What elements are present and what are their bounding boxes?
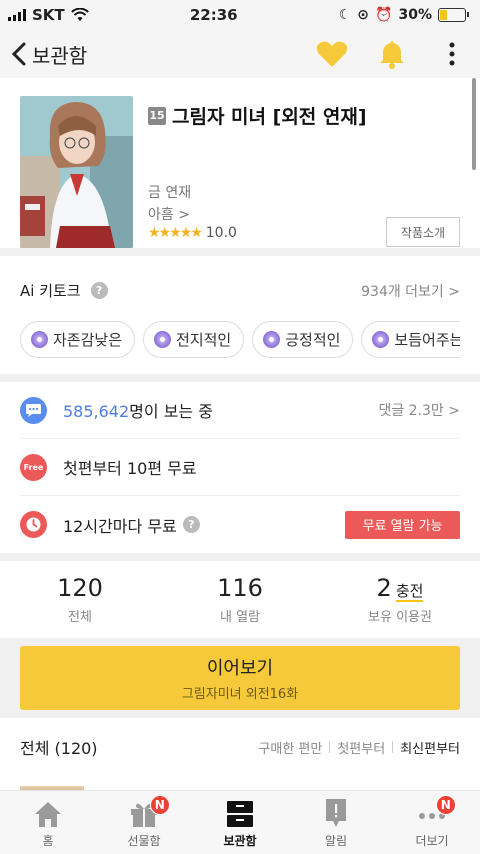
work-detail: 15 그림자 미녀 [외전 연재] 금 연재 아흠 > ★★★★★ 10.0 작… xyxy=(0,78,480,248)
age-rating-badge: 15 xyxy=(148,106,166,125)
keytalk-chip[interactable]: 자존감낮은 xyxy=(20,321,136,358)
moon-icon: ☾ xyxy=(338,7,352,23)
notification-button[interactable] xyxy=(374,36,410,72)
sort-first[interactable]: 첫편부터 xyxy=(337,738,385,757)
favorite-button[interactable] xyxy=(314,36,350,72)
work-intro-button[interactable]: 작품소개 xyxy=(386,217,460,247)
home-icon xyxy=(35,802,61,827)
alarm-icon: ⏰ xyxy=(375,7,393,23)
continue-episode: 그림자미녀 외전16화 xyxy=(181,687,299,702)
help-icon[interactable]: ? xyxy=(182,516,200,533)
tab-more[interactable]: 더보기 N xyxy=(384,791,480,854)
tab-gifts[interactable]: 선물함 N xyxy=(96,791,192,854)
continue-section: 이어보기 그림자미녀 외전16화 xyxy=(0,638,480,718)
wait-free-row: 12시간마다 무료 ? 무료 열람 가능 xyxy=(20,496,460,553)
keytalk-chip[interactable]: 전지적인 xyxy=(143,321,245,358)
count-tickets: 2 충전 보유 이용권 xyxy=(368,574,432,625)
viewers-row: 585,642명이 보는 중 댓글 2.3만 > xyxy=(20,382,460,439)
heart-icon xyxy=(316,41,348,67)
new-badge: N xyxy=(435,795,456,815)
sort-purchased[interactable]: 구매한 편만 xyxy=(258,738,322,757)
author-link[interactable]: 아흠 > xyxy=(148,204,190,224)
sort-latest[interactable]: 최신편부터 xyxy=(400,738,460,757)
keytalk-chip[interactable]: 긍정적인 xyxy=(252,321,354,358)
wifi-icon xyxy=(70,8,89,21)
work-title: 그림자 미녀 [외전 연재] xyxy=(172,106,367,128)
free-icon: Free xyxy=(20,453,47,481)
viewer-count: 585,642 xyxy=(63,402,130,421)
bottom-tab-bar: 홈 선물함 N 보관함 알림 더보기 N xyxy=(0,790,480,854)
clock-icon xyxy=(20,511,47,538)
top-nav: 보관함 xyxy=(0,30,480,78)
help-icon[interactable]: ? xyxy=(90,282,108,299)
free-read-button[interactable]: 무료 열람 가능 xyxy=(345,510,460,539)
signal-icon xyxy=(8,9,26,21)
section-divider xyxy=(0,374,480,382)
schedule-label: 금 연재 xyxy=(148,185,192,201)
keytalk-title: Ai 키토크 xyxy=(20,282,81,300)
star-rating-icon: ★★★★★ xyxy=(148,225,203,241)
tab-home[interactable]: 홈 xyxy=(0,791,96,854)
cover-image[interactable] xyxy=(20,96,133,248)
divider xyxy=(392,741,394,753)
ai-keytalk-section: Ai 키토크 ? 934개 더보기 > 자존감낮은 전지적인 긍정적인 보듬어주… xyxy=(0,256,480,374)
continue-reading-button[interactable]: 이어보기 그림자미녀 외전16화 xyxy=(20,646,460,710)
chat-bubble-icon xyxy=(20,396,47,424)
keytalk-chip-list: 자존감낮은 전지적인 긍정적인 보듬어주는 xyxy=(20,321,460,358)
alert-icon xyxy=(326,799,346,827)
carrier-label: SKT xyxy=(32,6,65,24)
section-divider xyxy=(0,553,480,561)
tab-library[interactable]: 보관함 xyxy=(192,791,288,854)
battery-percent: 30% xyxy=(398,7,432,23)
continue-label: 이어보기 xyxy=(206,658,274,679)
rating: ★★★★★ 10.0 xyxy=(148,225,237,241)
stats-section: 585,642명이 보는 중 댓글 2.3만 > Free 첫편부터 10편 무… xyxy=(0,382,480,553)
wait-free-label: 12시간마다 무료 xyxy=(63,516,177,536)
viewer-count-suffix: 명이 보는 중 xyxy=(129,402,213,421)
drawer-icon xyxy=(227,801,253,827)
scrollbar[interactable] xyxy=(472,78,476,170)
episode-counts: 120 전체 116 내 열람 2 충전 보유 이용권 xyxy=(0,561,480,638)
episode-list-header: 전체 (120) 구매한 편만 첫편부터 최신편부터 xyxy=(0,718,480,776)
tab-notifications[interactable]: 알림 xyxy=(288,791,384,854)
count-total: 120 전체 xyxy=(57,574,103,625)
keytalk-more-link[interactable]: 934개 더보기 > xyxy=(361,281,460,301)
orientation-lock-icon: ⊙ xyxy=(357,7,370,23)
divider xyxy=(329,741,331,753)
free-first-label: 첫편부터 10편 무료 xyxy=(63,459,197,478)
free-first-row: Free 첫편부터 10편 무료 xyxy=(20,439,460,496)
keytalk-chip[interactable]: 보듬어주는 xyxy=(361,321,460,358)
status-bar: SKT 22:36 ☾ ⊙ ⏰ 30% xyxy=(0,0,480,30)
bell-icon xyxy=(380,41,404,69)
episode-list-title: 전체 (120) xyxy=(20,739,98,758)
charge-button[interactable]: 충전 xyxy=(395,582,424,602)
count-read: 116 내 열람 xyxy=(217,574,263,625)
rating-value: 10.0 xyxy=(205,225,237,241)
section-divider xyxy=(0,248,480,256)
battery-icon xyxy=(437,8,469,22)
sort-options: 구매한 편만 첫편부터 최신편부터 xyxy=(258,738,460,757)
back-button[interactable]: 보관함 xyxy=(10,40,87,69)
keytalk-dot-icon xyxy=(31,331,48,348)
more-options-button[interactable] xyxy=(434,36,470,72)
clock: 22:36 xyxy=(189,6,238,24)
chevron-left-icon xyxy=(11,42,26,66)
comments-link[interactable]: 댓글 2.3만 > xyxy=(378,400,460,420)
new-badge: N xyxy=(149,795,170,815)
keytalk-dot-icon xyxy=(263,331,281,348)
back-label: 보관함 xyxy=(32,43,88,68)
keytalk-dot-icon xyxy=(154,331,172,348)
kebab-menu-icon xyxy=(449,42,455,66)
keytalk-dot-icon xyxy=(372,331,390,348)
